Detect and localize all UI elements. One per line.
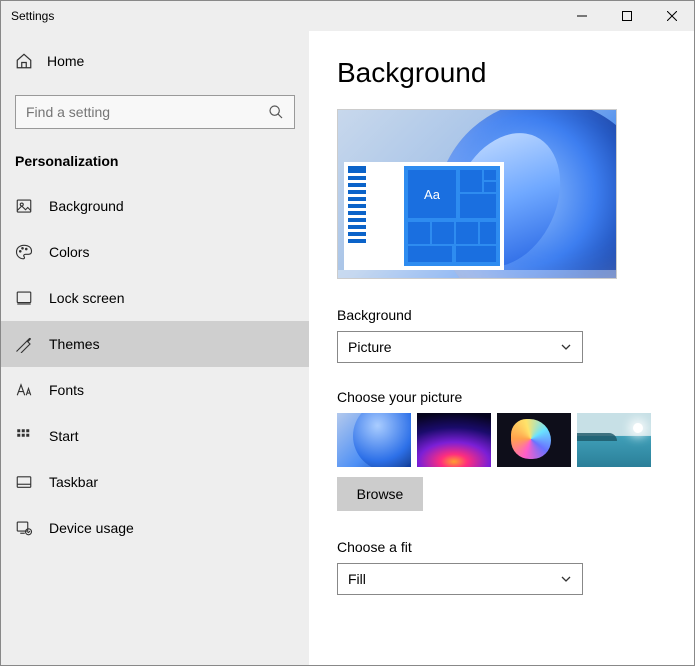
- dropdown-value: Fill: [348, 571, 366, 587]
- taskbar-icon: [15, 473, 33, 491]
- main-panel: Background Aa: [309, 31, 694, 665]
- chevron-down-icon: [560, 341, 572, 353]
- sidebar-item-label: Themes: [49, 336, 100, 352]
- maximize-button[interactable]: [604, 1, 649, 31]
- picture-thumb-3[interactable]: [497, 413, 571, 467]
- fit-dropdown[interactable]: Fill: [337, 563, 583, 595]
- home-label: Home: [47, 53, 84, 69]
- choose-picture-label: Choose your picture: [337, 389, 664, 405]
- fonts-icon: [15, 381, 33, 399]
- lock-screen-icon: [15, 289, 33, 307]
- themes-icon: [15, 335, 33, 353]
- picture-thumb-2[interactable]: [417, 413, 491, 467]
- dropdown-value: Picture: [348, 339, 392, 355]
- sidebar-item-lock-screen[interactable]: Lock screen: [1, 275, 309, 321]
- start-icon: [15, 427, 33, 445]
- sidebar: Home Personalization Background Colors L…: [1, 31, 309, 665]
- device-usage-icon: [15, 519, 33, 537]
- sidebar-item-label: Colors: [49, 244, 89, 260]
- search-icon: [268, 104, 284, 120]
- picture-thumb-1[interactable]: [337, 413, 411, 467]
- sidebar-item-label: Start: [49, 428, 79, 444]
- palette-icon: [15, 243, 33, 261]
- sidebar-item-label: Fonts: [49, 382, 84, 398]
- category-header: Personalization: [1, 147, 309, 183]
- close-button[interactable]: [649, 1, 694, 31]
- page-title: Background: [337, 57, 664, 89]
- sidebar-item-fonts[interactable]: Fonts: [1, 367, 309, 413]
- background-type-dropdown[interactable]: Picture: [337, 331, 583, 363]
- title-bar: Settings: [1, 1, 694, 31]
- sidebar-item-label: Taskbar: [49, 474, 98, 490]
- minimize-button[interactable]: [559, 1, 604, 31]
- background-preview: Aa: [337, 109, 617, 279]
- sidebar-item-colors[interactable]: Colors: [1, 229, 309, 275]
- sidebar-item-label: Device usage: [49, 520, 134, 536]
- sidebar-item-device-usage[interactable]: Device usage: [1, 505, 309, 551]
- choose-fit-label: Choose a fit: [337, 539, 664, 555]
- chevron-down-icon: [560, 573, 572, 585]
- sidebar-item-taskbar[interactable]: Taskbar: [1, 459, 309, 505]
- sidebar-item-themes[interactable]: Themes: [1, 321, 309, 367]
- sidebar-item-start[interactable]: Start: [1, 413, 309, 459]
- picture-thumb-4[interactable]: [577, 413, 651, 467]
- picture-icon: [15, 197, 33, 215]
- background-type-label: Background: [337, 307, 664, 323]
- window-title: Settings: [11, 9, 54, 23]
- sidebar-item-label: Background: [49, 198, 124, 214]
- picture-thumbnails: [337, 413, 664, 467]
- search-box[interactable]: [15, 95, 295, 129]
- search-input[interactable]: [26, 104, 268, 120]
- home-nav[interactable]: Home: [1, 41, 309, 81]
- browse-button[interactable]: Browse: [337, 477, 423, 511]
- sidebar-item-background[interactable]: Background: [1, 183, 309, 229]
- sidebar-item-label: Lock screen: [49, 290, 124, 306]
- home-icon: [15, 52, 33, 70]
